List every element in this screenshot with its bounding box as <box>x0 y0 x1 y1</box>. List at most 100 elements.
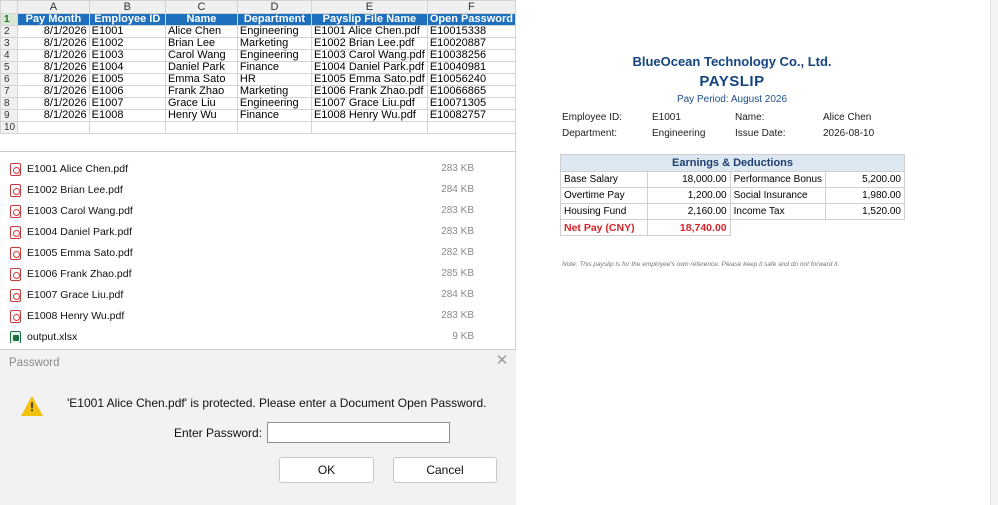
file-row[interactable]: E1004 Daniel Park.pdf 283 KB <box>0 222 516 243</box>
cell-department[interactable]: Marketing <box>236 85 312 98</box>
header-cell[interactable]: Employee ID <box>88 13 166 26</box>
cell-name[interactable]: Emma Sato <box>164 73 238 86</box>
file-row[interactable]: E1005 Emma Sato.pdf 282 KB <box>0 243 516 264</box>
row-number[interactable]: 6 <box>0 73 19 86</box>
cell-password[interactable]: E10071305 <box>426 97 516 110</box>
empty-cell[interactable] <box>17 121 90 134</box>
row-number[interactable]: 4 <box>0 49 19 62</box>
cell-pay-month[interactable]: 8/1/2026 <box>17 109 90 122</box>
table-row: 6 8/1/2026 E1005 Emma Sato HR E1005 Emma… <box>0 73 516 86</box>
cell-employee-id[interactable]: E1004 <box>88 61 166 74</box>
column-header[interactable]: F <box>426 0 516 14</box>
row-number[interactable]: 8 <box>0 97 19 110</box>
row-number[interactable]: 7 <box>0 85 19 98</box>
header-cell[interactable]: Payslip File Name <box>310 13 428 26</box>
cell-employee-id[interactable]: E1005 <box>88 73 166 86</box>
file-row[interactable]: E1008 Henry Wu.pdf 283 KB <box>0 306 516 327</box>
row-number[interactable]: 9 <box>0 109 19 122</box>
empty-cell[interactable] <box>236 121 312 134</box>
cancel-button[interactable]: Cancel <box>393 457 497 483</box>
cell-name[interactable]: Alice Chen <box>164 25 238 38</box>
cell-file-name[interactable]: E1007 Grace Liu.pdf <box>310 97 428 110</box>
cell-department[interactable]: HR <box>236 73 312 86</box>
cell-password[interactable]: E10066865 <box>426 85 516 98</box>
cell-pay-month[interactable]: 8/1/2026 <box>17 61 90 74</box>
cell-employee-id[interactable]: E1007 <box>88 97 166 110</box>
scrollbar[interactable] <box>990 0 998 505</box>
empty-cell[interactable] <box>164 121 238 134</box>
cell-name[interactable]: Grace Liu <box>164 97 238 110</box>
cell-pay-month[interactable]: 8/1/2026 <box>17 49 90 62</box>
row-number[interactable]: 10 <box>0 121 19 134</box>
password-dialog: Password ✕ ! 'E1001 Alice Chen.pdf' is p… <box>0 349 516 505</box>
cell-password[interactable]: E10038256 <box>426 49 516 62</box>
table-header-row: Earnings & Deductions <box>560 154 905 172</box>
row-number[interactable]: 2 <box>0 25 19 38</box>
earning-value: 18,000.00 <box>647 171 731 188</box>
column-header[interactable]: D <box>236 0 312 14</box>
cell-department[interactable]: Engineering <box>236 97 312 110</box>
cell-name[interactable]: Henry Wu <box>164 109 238 122</box>
empty-cell[interactable] <box>426 121 516 134</box>
cell-password[interactable]: E10056240 <box>426 73 516 86</box>
cell-name[interactable]: Carol Wang <box>164 49 238 62</box>
row-number[interactable]: 5 <box>0 61 19 74</box>
cell-employee-id[interactable]: E1008 <box>88 109 166 122</box>
empty-cell[interactable] <box>88 121 166 134</box>
cell-department[interactable]: Engineering <box>236 25 312 38</box>
cell-file-name[interactable]: E1008 Henry Wu.pdf <box>310 109 428 122</box>
file-row[interactable]: E1006 Frank Zhao.pdf 285 KB <box>0 264 516 285</box>
file-name: E1004 Daniel Park.pdf <box>27 226 133 238</box>
file-row[interactable]: E1001 Alice Chen.pdf 283 KB <box>0 159 516 180</box>
row-number[interactable]: 3 <box>0 37 19 50</box>
cell-pay-month[interactable]: 8/1/2026 <box>17 25 90 38</box>
cell-name[interactable]: Brian Lee <box>164 37 238 50</box>
cell-password[interactable]: E10082757 <box>426 109 516 122</box>
header-cell[interactable]: Name <box>164 13 238 26</box>
cell-file-name[interactable]: E1006 Frank Zhao.pdf <box>310 85 428 98</box>
password-input[interactable] <box>267 422 450 443</box>
ok-button[interactable]: OK <box>279 457 374 483</box>
cell-file-name[interactable]: E1001 Alice Chen.pdf <box>310 25 428 38</box>
table-row: 8 8/1/2026 E1007 Grace Liu Engineering E… <box>0 97 516 110</box>
cell-file-name[interactable]: E1002 Brian Lee.pdf <box>310 37 428 50</box>
cell-employee-id[interactable]: E1006 <box>88 85 166 98</box>
cell-pay-month[interactable]: 8/1/2026 <box>17 73 90 86</box>
spreadsheet[interactable]: A B C D E F 1 Pay Month Employee ID Name… <box>0 0 516 152</box>
close-icon[interactable]: ✕ <box>494 353 510 369</box>
file-row[interactable]: E1002 Brian Lee.pdf 284 KB <box>0 180 516 201</box>
cell-file-name[interactable]: E1004 Daniel Park.pdf <box>310 61 428 74</box>
cell-employee-id[interactable]: E1002 <box>88 37 166 50</box>
cell-file-name[interactable]: E1005 Emma Sato.pdf <box>310 73 428 86</box>
file-row[interactable]: E1003 Carol Wang.pdf 283 KB <box>0 201 516 222</box>
row-number[interactable]: 1 <box>0 13 19 26</box>
cell-employee-id[interactable]: E1003 <box>88 49 166 62</box>
file-row[interactable]: output.xlsx 9 KB <box>0 327 516 343</box>
select-all-corner[interactable] <box>0 0 19 14</box>
column-header[interactable]: B <box>88 0 166 14</box>
cell-password[interactable]: E10015338 <box>426 25 516 38</box>
cell-pay-month[interactable]: 8/1/2026 <box>17 85 90 98</box>
cell-file-name[interactable]: E1003 Carol Wang.pdf <box>310 49 428 62</box>
column-header[interactable]: E <box>310 0 428 14</box>
column-header[interactable]: A <box>17 0 90 14</box>
cell-department[interactable]: Finance <box>236 61 312 74</box>
cell-password[interactable]: E10020887 <box>426 37 516 50</box>
header-cell[interactable]: Department <box>236 13 312 26</box>
file-row[interactable]: E1007 Grace Liu.pdf 284 KB <box>0 285 516 306</box>
cell-name[interactable]: Frank Zhao <box>164 85 238 98</box>
cell-department[interactable]: Engineering <box>236 49 312 62</box>
column-header[interactable]: C <box>164 0 238 14</box>
cell-employee-id[interactable]: E1001 <box>88 25 166 38</box>
cell-department[interactable]: Marketing <box>236 37 312 50</box>
cell-department[interactable]: Finance <box>236 109 312 122</box>
header-cell[interactable]: Pay Month <box>17 13 90 26</box>
earning-value: 2,160.00 <box>647 203 731 220</box>
cell-password[interactable]: E10040981 <box>426 61 516 74</box>
empty-cell[interactable] <box>310 121 428 134</box>
header-cell[interactable]: Open Password <box>426 13 516 26</box>
table-row: 5 8/1/2026 E1004 Daniel Park Finance E10… <box>0 61 516 74</box>
cell-name[interactable]: Daniel Park <box>164 61 238 74</box>
cell-pay-month[interactable]: 8/1/2026 <box>17 97 90 110</box>
cell-pay-month[interactable]: 8/1/2026 <box>17 37 90 50</box>
